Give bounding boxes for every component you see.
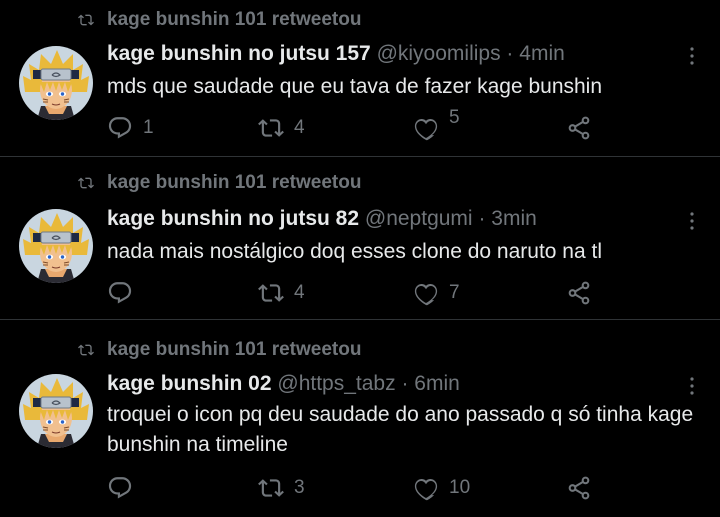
retweet-button[interactable]: 4 xyxy=(258,115,305,141)
tweet[interactable]: kage bunshin 101 retweetou kage bunshin … xyxy=(0,0,720,157)
tweet-text: mds que saudade que eu tava de fazer kag… xyxy=(107,75,603,98)
retweet-icon xyxy=(76,175,96,191)
user-handle[interactable]: @https_tabz xyxy=(277,372,395,395)
reply-icon xyxy=(107,475,133,501)
timestamp[interactable]: 6min xyxy=(414,372,460,395)
like-button[interactable]: 10 xyxy=(413,475,470,501)
like-count: 10 xyxy=(449,477,471,498)
heart-icon xyxy=(413,115,439,141)
reply-icon xyxy=(107,280,133,306)
tweet[interactable]: kage bunshin 101 retweetou kage bunshin … xyxy=(0,320,720,517)
heart-icon xyxy=(413,280,439,306)
avatar[interactable] xyxy=(19,209,93,283)
share-icon xyxy=(566,475,592,501)
retweet-icon xyxy=(76,12,96,28)
avatar[interactable] xyxy=(19,374,93,448)
tweet-header: kage bunshin no jutsu 82 @neptgumi · 3mi… xyxy=(107,205,537,233)
reply-button[interactable] xyxy=(107,280,143,306)
action-bar: 3 10 xyxy=(0,472,720,502)
retweet-count: 3 xyxy=(294,477,305,498)
like-count: 7 xyxy=(449,282,460,303)
display-name[interactable]: kage bunshin 02 xyxy=(107,372,272,395)
share-button[interactable] xyxy=(566,280,592,306)
retweet-count: 4 xyxy=(294,282,305,303)
share-icon xyxy=(566,115,592,141)
more-icon[interactable] xyxy=(680,209,704,233)
tweet[interactable]: kage bunshin 101 retweetou kage bunshin … xyxy=(0,157,720,320)
timeline: kage bunshin 101 retweetou kage bunshin … xyxy=(0,0,720,517)
retweet-icon xyxy=(258,115,284,141)
user-handle[interactable]: @neptgumi xyxy=(365,207,473,230)
retweeted-by-label[interactable]: kage bunshin 101 retweetou xyxy=(107,339,361,361)
action-bar: 1 4 5 xyxy=(0,107,720,142)
retweet-icon xyxy=(258,280,284,306)
like-count: 5 xyxy=(449,107,460,128)
timestamp[interactable]: 4min xyxy=(519,42,565,65)
display-name[interactable]: kage bunshin no jutsu 82 xyxy=(107,207,359,230)
reply-icon xyxy=(107,115,133,141)
share-button[interactable] xyxy=(566,475,592,501)
retweet-count: 4 xyxy=(294,117,305,138)
reply-count: 1 xyxy=(143,117,154,138)
retweet-button[interactable]: 4 xyxy=(258,280,305,306)
retweet-icon xyxy=(258,475,284,501)
retweeted-by-label[interactable]: kage bunshin 101 retweetou xyxy=(107,172,361,194)
tweet-header: kage bunshin 02 @https_tabz · 6min xyxy=(107,370,460,398)
tweet-header: kage bunshin no jutsu 157 @kiyoomilips ·… xyxy=(107,40,565,68)
timestamp[interactable]: 3min xyxy=(491,207,537,230)
retweet-icon xyxy=(76,342,96,358)
avatar[interactable] xyxy=(19,46,93,120)
heart-icon xyxy=(413,475,439,501)
user-handle[interactable]: @kiyoomilips xyxy=(377,42,501,65)
like-button[interactable]: 5 xyxy=(413,107,460,141)
separator-dot: · xyxy=(401,372,409,395)
share-button[interactable] xyxy=(566,115,592,141)
like-button[interactable]: 7 xyxy=(413,280,460,306)
reply-button[interactable]: 1 xyxy=(107,115,154,141)
share-icon xyxy=(566,280,592,306)
separator-dot: · xyxy=(506,42,514,65)
reply-button[interactable] xyxy=(107,475,143,501)
retweet-button[interactable]: 3 xyxy=(258,475,305,501)
more-icon[interactable] xyxy=(680,374,704,398)
separator-dot: · xyxy=(478,207,486,230)
tweet-text: troquei o icon pq deu saudade do ano pas… xyxy=(107,403,694,456)
more-icon[interactable] xyxy=(680,44,704,68)
tweet-text: nada mais nostálgico doq esses clone do … xyxy=(107,240,602,263)
action-bar: 4 7 xyxy=(0,277,720,307)
retweeted-by-label[interactable]: kage bunshin 101 retweetou xyxy=(107,9,361,31)
display-name[interactable]: kage bunshin no jutsu 157 xyxy=(107,42,371,65)
